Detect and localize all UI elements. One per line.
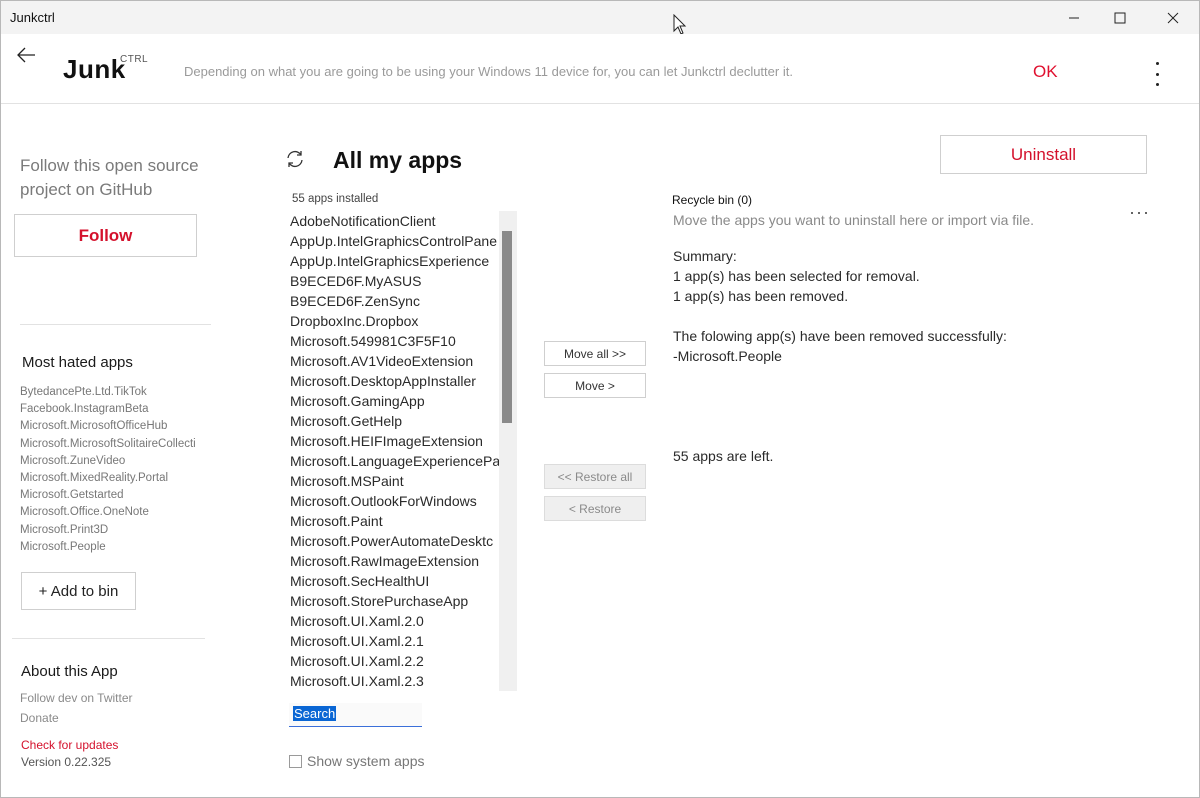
- app-list-item[interactable]: Microsoft.GetHelp: [289, 411, 499, 431]
- back-button[interactable]: [13, 42, 39, 68]
- follow-github-text: Follow this open source project on GitHu…: [20, 156, 199, 199]
- hated-app-item[interactable]: Microsoft.Getstarted: [20, 487, 210, 504]
- logo-sup: CTRL: [120, 54, 149, 65]
- recycle-bin-title: Recycle bin (0): [672, 193, 753, 207]
- show-system-apps-label: Show system apps: [307, 753, 425, 769]
- checkbox-box[interactable]: [289, 754, 302, 768]
- more-horizontal-icon[interactable]: [1131, 209, 1147, 217]
- summary-line: 1 app(s) has been selected for removal.: [673, 268, 920, 284]
- app-list-item[interactable]: Microsoft.Paint: [289, 511, 499, 531]
- hated-app-item[interactable]: Microsoft.MixedReality.Portal: [20, 470, 210, 487]
- maximize-icon: [1114, 12, 1126, 23]
- app-list-item[interactable]: Microsoft.UI.Xaml.2.0: [289, 611, 499, 631]
- close-button[interactable]: [1150, 1, 1196, 34]
- logo-main: Junk: [63, 54, 126, 84]
- restore-button[interactable]: < Restore: [544, 496, 646, 521]
- app-list-scrollbar[interactable]: [499, 211, 517, 691]
- minimize-button[interactable]: [1051, 1, 1097, 34]
- app-list-item[interactable]: Microsoft.549981C3F5F10: [289, 331, 499, 351]
- recycle-bin-hint: Move the apps you want to uninstall here…: [673, 212, 1035, 228]
- ok-button[interactable]: OK: [1033, 62, 1058, 82]
- show-system-apps-checkbox[interactable]: Show system apps: [289, 753, 425, 769]
- app-list-item[interactable]: Microsoft.GamingApp: [289, 391, 499, 411]
- app-list-container[interactable]: AdobeNotificationClient AppUp.IntelGraphi…: [289, 211, 517, 691]
- installed-count: 55 apps installed: [292, 193, 379, 205]
- sidebar-divider: [12, 638, 205, 639]
- app-list-item[interactable]: Microsoft.StorePurchaseApp: [289, 591, 499, 611]
- app-list-item[interactable]: B9ECED6F.ZenSync: [289, 291, 499, 311]
- app-list-item[interactable]: Microsoft.SecHealthUI: [289, 571, 499, 591]
- app-list-item[interactable]: Microsoft.HEIFImageExtension: [289, 431, 499, 451]
- search-value: Search: [293, 706, 337, 721]
- hated-app-item[interactable]: Microsoft.MicrosoftOfficeHub: [20, 418, 210, 435]
- hated-app-item[interactable]: Microsoft.People: [20, 539, 210, 556]
- maximize-button[interactable]: [1097, 1, 1143, 34]
- app-list-item[interactable]: Microsoft.UI.Xaml.2.2: [289, 651, 499, 671]
- app-list-item[interactable]: Microsoft.OutlookForWindows: [289, 491, 499, 511]
- move-button[interactable]: Move >: [544, 373, 646, 398]
- hated-app-item[interactable]: Microsoft.Office.OneNote: [20, 504, 210, 521]
- app-logo: Junk CTRL: [63, 54, 148, 85]
- header-description: Depending on what you are going to be us…: [184, 64, 793, 79]
- check-updates-link[interactable]: Check for updates: [21, 738, 118, 752]
- app-list-item[interactable]: DropboxInc.Dropbox: [289, 311, 499, 331]
- app-list-item[interactable]: Microsoft.LanguageExperiencePa: [289, 451, 499, 471]
- hated-app-item[interactable]: Microsoft.Print3D: [20, 522, 210, 539]
- close-icon: [1167, 12, 1179, 23]
- hated-app-item[interactable]: BytedancePte.Ltd.TikTok: [20, 384, 210, 401]
- app-list-item[interactable]: Microsoft.UI.Xaml.2.1: [289, 631, 499, 651]
- refresh-icon[interactable]: [285, 149, 305, 169]
- hated-apps-title: Most hated apps: [22, 354, 133, 371]
- app-list-item[interactable]: Microsoft.DesktopAppInstaller: [289, 371, 499, 391]
- app-list-item[interactable]: Microsoft.RawImageExtension: [289, 551, 499, 571]
- sidebar-divider: [20, 324, 211, 325]
- app-list-item[interactable]: AppUp.IntelGraphicsExperience: [289, 251, 499, 271]
- app-list-item[interactable]: AdobeNotificationClient: [289, 211, 499, 231]
- move-all-button[interactable]: Move all >>: [544, 341, 646, 366]
- app-list-item[interactable]: Microsoft.AV1VideoExtension: [289, 351, 499, 371]
- removed-line: The folowing app(s) have been removed su…: [673, 328, 1007, 344]
- app-list-item[interactable]: Microsoft.UI.Xaml.2.3: [289, 671, 499, 691]
- app-list[interactable]: AdobeNotificationClient AppUp.IntelGraphi…: [289, 211, 499, 691]
- hated-apps-list: BytedancePte.Ltd.TikTok Facebook.Instagra…: [20, 384, 210, 556]
- app-list-item[interactable]: Microsoft.PowerAutomateDesktc: [289, 531, 499, 551]
- hated-app-item[interactable]: Microsoft.MicrosoftSolitaireCollecti: [20, 436, 210, 453]
- more-vertical-icon[interactable]: [1149, 62, 1165, 86]
- follow-button[interactable]: Follow: [14, 214, 197, 257]
- minimize-icon: [1069, 17, 1079, 18]
- restore-all-button[interactable]: << Restore all: [544, 464, 646, 489]
- removed-line: -Microsoft.People: [673, 348, 782, 364]
- page-title: All my apps: [333, 147, 463, 173]
- follow-dev-link[interactable]: Follow dev on Twitter: [20, 691, 133, 705]
- donate-link[interactable]: Donate: [20, 711, 59, 725]
- apps-left-text: 55 apps are left.: [673, 448, 774, 464]
- add-to-bin-button[interactable]: + Add to bin: [21, 572, 136, 610]
- back-arrow-icon: [17, 47, 35, 63]
- summary-line: Summary:: [673, 248, 737, 264]
- uninstall-button[interactable]: Uninstall: [940, 135, 1147, 174]
- version-text: Version 0.22.325: [21, 755, 112, 769]
- mouse-cursor-icon: [673, 14, 687, 35]
- title-bar: Junkctrl: [1, 1, 1199, 34]
- window-title: Junkctrl: [10, 10, 55, 25]
- summary-line: 1 app(s) has been removed.: [673, 288, 849, 304]
- app-window: Junkctrl Junk CTRL Depending on what you…: [0, 0, 1200, 798]
- search-input[interactable]: Search: [289, 703, 422, 727]
- app-list-item[interactable]: B9ECED6F.MyASUS: [289, 271, 499, 291]
- app-header: Junk CTRL Depending on what you are goin…: [1, 34, 1199, 104]
- app-list-item[interactable]: AppUp.IntelGraphicsControlPane: [289, 231, 499, 251]
- hated-app-item[interactable]: Facebook.InstagramBeta: [20, 401, 210, 418]
- scrollbar-thumb[interactable]: [502, 231, 512, 423]
- about-title: About this App: [21, 663, 118, 680]
- hated-app-item[interactable]: Microsoft.ZuneVideo: [20, 453, 210, 470]
- app-list-item[interactable]: Microsoft.MSPaint: [289, 471, 499, 491]
